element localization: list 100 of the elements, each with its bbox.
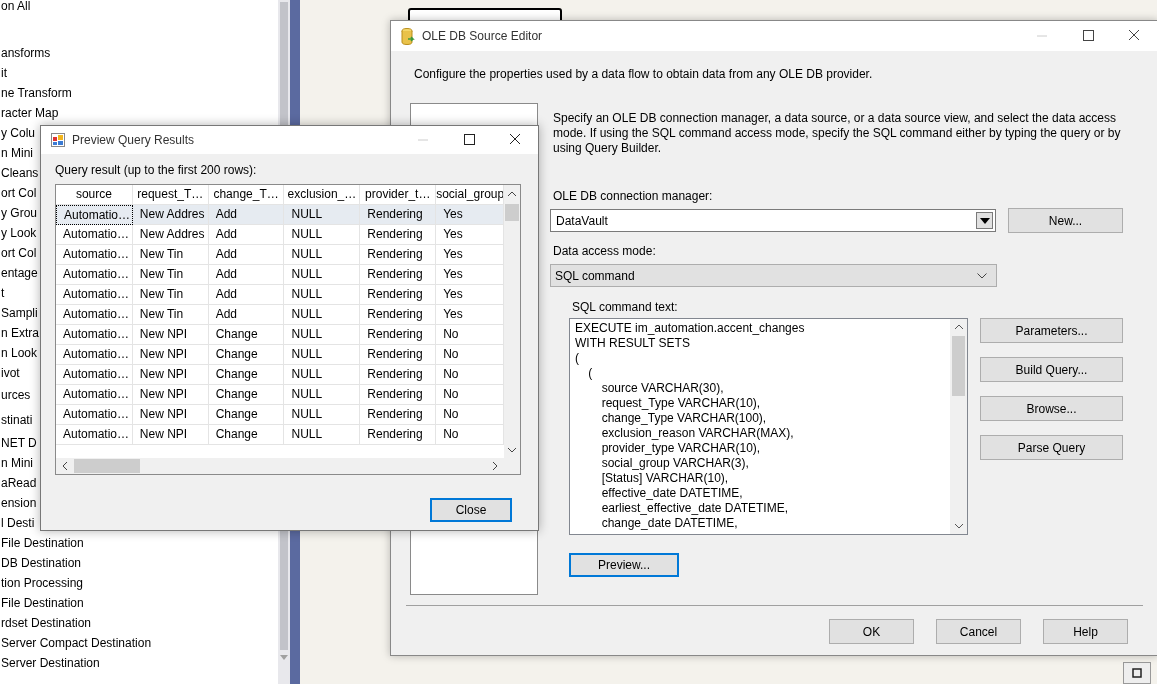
table-cell: Rendering: [360, 325, 437, 345]
toolbox-item[interactable]: File Destination: [0, 533, 84, 553]
toolbox-item[interactable]: n Look: [0, 343, 38, 363]
toolbox-item[interactable]: Server Destination: [0, 653, 100, 673]
table-cell: New Tin: [132, 265, 209, 285]
toolbox-item[interactable]: on All: [0, 0, 31, 13]
toolbox-item[interactable]: it: [0, 63, 7, 83]
result-row[interactable]: Automatio… New NPI Change NULL Rendering No: [56, 425, 504, 445]
table-cell: Change: [208, 365, 285, 385]
toolbox-item[interactable]: ort Col: [0, 243, 37, 263]
table-cell: NULL: [284, 345, 361, 365]
close-button[interactable]: Close: [430, 498, 512, 522]
scroll-up-icon[interactable]: [507, 191, 517, 197]
toolbox-item[interactable]: l Desti: [0, 513, 35, 533]
result-row[interactable]: Automatio… New Addres Add NULL Rendering Yes: [56, 225, 504, 245]
toolbox-item[interactable]: aRead: [0, 473, 37, 493]
table-cell: Automatio…: [56, 345, 133, 365]
access-mode-dropdown[interactable]: SQL command: [550, 264, 997, 287]
scrollbar-thumb[interactable]: [952, 336, 965, 396]
toolbox-item[interactable]: urces: [0, 383, 31, 408]
toolbox-item[interactable]: DB Destination: [0, 553, 82, 573]
toolbox-item[interactable]: n Mini: [0, 143, 33, 163]
square-icon: [1131, 667, 1143, 679]
table-cell: Rendering: [360, 425, 437, 445]
table-cell: Automatio…: [56, 205, 133, 225]
scrollbar-thumb[interactable]: [74, 459, 140, 473]
table-cell: Automatio…: [56, 245, 133, 265]
toolbox-item[interactable]: ivot: [0, 363, 20, 383]
sql-command-field[interactable]: EXECUTE im_automation.accent_changes WITH RESULT SETS ( ( source VARCHAR(30), request_Type VARCHAR(10), change_Type VARCHAR(100), exclusion_reason VARCHAR(MAX), provider_type VARCHAR(10), social_group VARCHAR(3), [Status] VARCHAR(10), effective_date DATETIME, earliest_effective_date DATETIME, change_date DATETIME,: [569, 318, 968, 535]
result-row[interactable]: Automatio… New NPI Change NULL Rendering No: [56, 325, 504, 345]
toolbox-item[interactable]: racter Map: [0, 103, 59, 123]
scrollbar-thumb[interactable]: [505, 204, 519, 221]
table-cell: NULL: [284, 365, 361, 385]
toolbox-item[interactable]: Sampli: [0, 303, 38, 323]
table-cell: Automatio…: [56, 285, 133, 305]
toolbox-item[interactable]: y Colu: [0, 123, 35, 143]
scroll-right-icon[interactable]: [492, 461, 498, 471]
result-row[interactable]: Automatio… New Tin Add NULL Rendering Yes: [56, 245, 504, 265]
result-row[interactable]: Automatio… New Tin Add NULL Rendering Yes: [56, 265, 504, 285]
toolbox-item[interactable]: ansforms: [0, 43, 51, 63]
table-cell: NULL: [284, 325, 361, 345]
table-cell: Rendering: [360, 285, 437, 305]
dialog-button[interactable]: Cancel: [936, 619, 1021, 644]
toolbox-item[interactable]: Cleans: [0, 163, 39, 183]
table-cell: Add: [208, 225, 285, 245]
result-row[interactable]: Automatio… New NPI Change NULL Rendering No: [56, 345, 504, 365]
result-row[interactable]: Automatio… New NPI Change NULL Rendering No: [56, 385, 504, 405]
scroll-down-icon[interactable]: [953, 523, 964, 529]
table-cell: New NPI: [132, 385, 209, 405]
side-button[interactable]: Build Query...: [980, 357, 1123, 382]
result-row[interactable]: Automatio… New NPI Change NULL Rendering No: [56, 365, 504, 385]
toolbox-item[interactable]: n Mini: [0, 453, 33, 473]
toolbox-item[interactable]: entage: [0, 263, 38, 283]
table-cell: Yes: [436, 245, 504, 265]
scrollbar[interactable]: [950, 319, 967, 534]
side-button[interactable]: Browse...: [980, 396, 1123, 421]
zoom-fit-button[interactable]: [1123, 662, 1151, 684]
table-cell: No: [436, 325, 504, 345]
table-cell: Automatio…: [56, 365, 133, 385]
table-cell: NULL: [284, 305, 361, 325]
toolbox-item[interactable]: n Extra: [0, 323, 39, 343]
result-row[interactable]: Automatio… New NPI Change NULL Rendering No: [56, 405, 504, 425]
dialog-button[interactable]: OK: [829, 619, 914, 644]
table-cell: New NPI: [132, 365, 209, 385]
table-cell: No: [436, 385, 504, 405]
toolbox-item[interactable]: rdset Destination: [0, 613, 92, 633]
toolbox-item[interactable]: ension: [0, 493, 37, 513]
table-cell: Rendering: [360, 385, 437, 405]
toolbox-item[interactable]: ort Col: [0, 183, 37, 203]
scroll-down-icon[interactable]: [507, 447, 517, 453]
table-cell: New Addres: [132, 225, 209, 245]
result-row[interactable]: Automatio… New Tin Add NULL Rendering Yes: [56, 285, 504, 305]
toolbox-item[interactable]: NET D: [0, 433, 37, 453]
table-cell: Automatio…: [56, 325, 133, 345]
toolbox-item[interactable]: ne Transform: [0, 83, 72, 103]
scroll-left-icon[interactable]: [62, 461, 68, 471]
toolbox-item[interactable]: Server Compact Destination: [0, 633, 152, 653]
table-cell: New NPI: [132, 345, 209, 365]
table-cell: New Tin: [132, 245, 209, 265]
result-row[interactable]: Automatio… New Tin Add NULL Rendering Yes: [56, 305, 504, 325]
chevron-down-icon: [977, 272, 987, 279]
side-button[interactable]: Parse Query: [980, 435, 1123, 460]
table-cell: Automatio…: [56, 425, 133, 445]
toolbox-item[interactable]: t: [0, 283, 5, 303]
toolbox-item[interactable]: tion Processing: [0, 573, 84, 593]
toolbox-item[interactable]: File Destination: [0, 593, 84, 613]
toolbox-item[interactable]: stinati: [0, 408, 33, 433]
table-cell: NULL: [284, 425, 361, 445]
new-button[interactable]: New...: [1008, 208, 1123, 233]
table-cell: New Tin: [132, 305, 209, 325]
table-cell: New NPI: [132, 325, 209, 345]
result-row[interactable]: Automatio… New Addres Add NULL Rendering Yes: [56, 205, 504, 225]
connection-dropdown[interactable]: DataVault: [550, 209, 996, 232]
scroll-up-icon[interactable]: [953, 324, 964, 330]
results-grid[interactable]: [55, 184, 521, 475]
toolbox-item[interactable]: y Look: [0, 223, 37, 243]
side-button[interactable]: Parameters...: [980, 318, 1123, 343]
preview-button[interactable]: Preview...: [569, 553, 679, 577]
toolbox-item[interactable]: y Grou: [0, 203, 37, 223]
dialog-button[interactable]: Help: [1043, 619, 1128, 644]
